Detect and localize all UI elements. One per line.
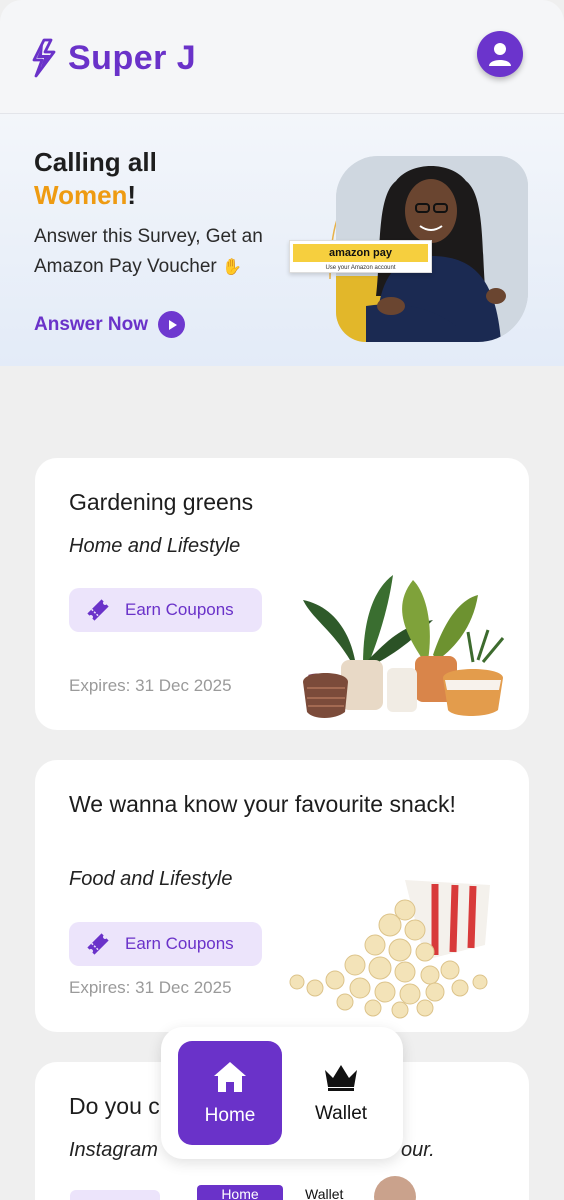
nav-wallet-tab[interactable]: Wallet <box>289 1041 393 1145</box>
thumbs-up-icon: ✋ <box>222 259 242 276</box>
survey-title: Gardening greens <box>69 489 254 515</box>
ticket-icon <box>87 599 109 621</box>
earn-coupons-label: Earn Coupons <box>125 600 234 619</box>
earn-coupons-button[interactable]: Earn Coupons <box>69 588 262 632</box>
ghost-home-tab: Home <box>197 1185 283 1200</box>
earn-coupons-label: Earn Coupons <box>125 934 234 953</box>
nav-home-tab[interactable]: Home <box>178 1041 282 1145</box>
nav-wallet-label: Wallet <box>314 1103 368 1124</box>
survey-card[interactable]: We wanna know your favourite snack! Food… <box>35 760 529 1032</box>
ghost-wallet-tab: Wallet <box>305 1186 344 1200</box>
survey-title: Do you c <box>69 1093 160 1119</box>
banner-title: Calling all Women! <box>34 146 157 212</box>
banner-title-suffix: ! <box>127 180 137 210</box>
amazon-pay-voucher: amazon pay Use your Amazon account <box>289 240 432 273</box>
lightning-bolt-icon <box>32 38 56 78</box>
survey-category: Home and Lifestyle <box>69 535 241 557</box>
amazon-pay-tagline: Use your Amazon account <box>325 265 396 271</box>
survey-expiry: Expires: 31 Dec 2025 <box>69 978 232 997</box>
earn-coupons-button[interactable]: Earn Coupons <box>69 922 262 966</box>
answer-now-label: Answer Now <box>34 313 149 335</box>
survey-title: We wanna know your favourite snack! <box>69 791 456 817</box>
home-icon <box>214 1062 246 1092</box>
play-icon <box>158 311 186 338</box>
survey-category: Food and Lifestyle <box>69 868 233 890</box>
profile-button[interactable] <box>477 31 523 77</box>
survey-category-tail: our. <box>401 1139 435 1161</box>
answer-now-button[interactable]: Answer Now <box>34 311 186 338</box>
app-name: Super J <box>68 38 197 77</box>
banner-title-line1: Calling all <box>34 147 157 177</box>
amazon-pay-logo: amazon pay <box>329 247 392 259</box>
survey-expiry: Expires: 31 Dec 2025 <box>69 676 232 695</box>
brand[interactable]: Super J <box>30 38 196 78</box>
app-header: Super J <box>0 0 564 114</box>
banner-title-highlight: Women <box>34 180 128 210</box>
potted-plants-image <box>303 575 505 718</box>
nav-home-label: Home <box>204 1105 256 1126</box>
user-icon <box>489 43 511 66</box>
bottom-nav: Home Wallet <box>161 1027 403 1159</box>
survey-category: Instagram <box>69 1139 158 1161</box>
ghost-strip <box>70 1190 160 1200</box>
ticket-icon <box>87 933 109 955</box>
banner-subtitle: Answer this Survey, Get an Amazon Pay Vo… <box>34 222 304 283</box>
crown-icon <box>325 1065 357 1091</box>
popcorn-box-image <box>289 880 490 1019</box>
promo-banner[interactable]: Calling all Women! Answer this Survey, G… <box>0 114 564 366</box>
survey-card[interactable]: Gardening greens Home and Lifestyle Earn… <box>35 458 529 730</box>
